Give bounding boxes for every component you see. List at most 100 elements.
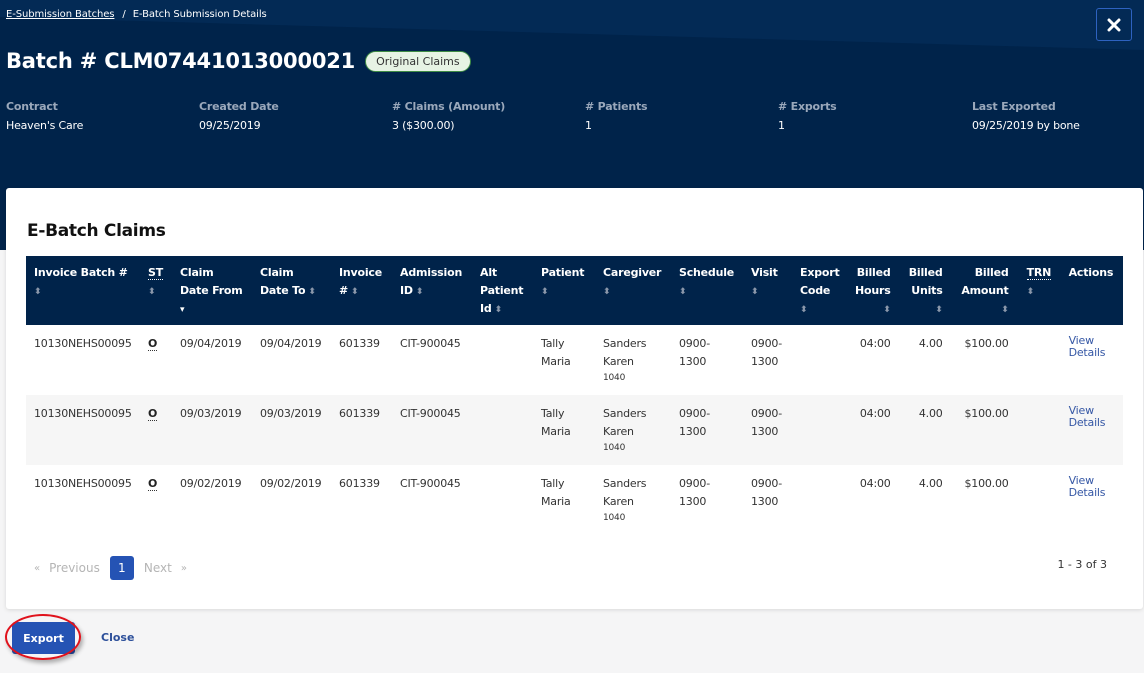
sort-icon[interactable]: ⬍	[1001, 305, 1009, 315]
page-1-button[interactable]: 1	[109, 556, 134, 580]
title-row: Batch # CLM07441013000021 Original Claim…	[6, 49, 471, 73]
sort-icon[interactable]: ⬍	[883, 305, 891, 315]
col-caregiver[interactable]: Caregiver ⬍	[595, 256, 671, 325]
pagination: « Previous 1 Next »	[34, 556, 187, 580]
status-code[interactable]: O	[148, 477, 157, 491]
cell-claim-to: 09/02/2019	[260, 477, 322, 490]
cell-billed-amount: $100.00	[964, 477, 1009, 490]
sort-icon[interactable]: ⬍	[34, 287, 42, 297]
col-admission-id[interactable]: Admission ID ⬍	[392, 256, 472, 325]
col-billed-units[interactable]: Billed Units ⬍	[900, 256, 953, 325]
cell-invoice-batch: 10130NEHS00095	[26, 395, 140, 465]
sort-icon[interactable]: ⬍	[679, 287, 687, 297]
col-invoice-batch[interactable]: Invoice Batch # ⬍	[26, 256, 140, 325]
cell-export-code	[792, 465, 847, 535]
table-row: 10130NEHS00095 O 09/02/2019 09/02/2019 60133…	[26, 465, 1123, 535]
meta-patients: # Patients 1	[585, 100, 648, 132]
cell-trn	[1019, 325, 1061, 395]
cell-billed-units: 4.00	[900, 395, 953, 465]
prev-arrow-icon: «	[34, 562, 41, 574]
cell-admission-id: CIT-900045	[392, 395, 472, 465]
cell-billed-hours: 04:00	[847, 395, 901, 465]
col-trn[interactable]: TRN ⬍	[1018, 256, 1061, 325]
col-visit[interactable]: Visit ⬍	[743, 256, 792, 325]
sort-icon[interactable]: ⬍	[800, 305, 808, 315]
col-billed-amount[interactable]: Billed Amount ⬍	[952, 256, 1019, 325]
cell-st: O	[140, 465, 172, 535]
sort-icon[interactable]: ⬍	[751, 287, 759, 297]
cell-claim-from: 09/04/2019	[180, 337, 242, 350]
cell-claim-from: 09/03/2019	[172, 395, 252, 465]
close-button[interactable]: Close	[101, 631, 134, 644]
status-code[interactable]: O	[148, 407, 157, 421]
cell-caregiver: Sanders Karen 1040	[595, 395, 671, 465]
col-export-code[interactable]: Export Code ⬍	[792, 256, 847, 325]
meta-label: Created Date	[199, 100, 279, 113]
cell-schedule: 0900- 1300	[671, 395, 743, 465]
cell-export-code	[792, 395, 847, 465]
sort-icon[interactable]: ⬍	[308, 287, 316, 297]
col-patient[interactable]: Patient ⬍	[533, 256, 595, 325]
cell-claim-to: 09/03/2019	[252, 395, 331, 465]
cell-invoice: 601339	[339, 337, 380, 350]
view-details-link[interactable]: View Details	[1069, 405, 1106, 429]
meta-label: # Claims (Amount)	[392, 100, 506, 113]
cell-billed-units: 4.00	[918, 337, 943, 350]
status-code[interactable]: O	[148, 337, 157, 351]
claims-card: E-Batch Claims Invoice Batch # ⬍ ST ⬍ Cl…	[6, 188, 1143, 609]
cell-billed-hours: 04:00	[859, 477, 891, 490]
export-button[interactable]: Export	[12, 622, 75, 654]
table-header-row: Invoice Batch # ⬍ ST ⬍ Claim Date From ▾…	[26, 256, 1123, 325]
col-schedule[interactable]: Schedule ⬍	[671, 256, 743, 325]
sort-icon[interactable]: ⬍	[148, 287, 156, 297]
previous-page-button[interactable]: Previous	[49, 561, 100, 575]
cell-schedule: 0900- 1300	[679, 477, 710, 508]
breadcrumb-separator: /	[122, 9, 126, 20]
cell-trn	[1019, 465, 1061, 535]
meta-label: Contract	[6, 100, 58, 113]
col-st[interactable]: ST ⬍	[140, 256, 172, 325]
cell-invoice-batch: 10130NEHS00095	[34, 337, 132, 350]
cell-actions: View Details	[1061, 465, 1123, 535]
meta-value: 09/25/2019 by bone	[972, 119, 1080, 132]
cell-trn	[1018, 395, 1061, 465]
col-claim-date-from[interactable]: Claim Date From ▾	[172, 256, 252, 325]
cell-actions: View Details	[1061, 325, 1123, 395]
sort-icon[interactable]: ⬍	[1027, 287, 1035, 297]
cell-patient: Tally Maria	[541, 337, 571, 368]
col-invoice-number[interactable]: Invoice # ⬍	[331, 256, 392, 325]
meta-value: Heaven's Care	[6, 119, 84, 132]
cell-billed-amount: $100.00	[964, 337, 1009, 350]
breadcrumb-link-e-submission-batches[interactable]: E-Submission Batches	[6, 9, 115, 20]
sort-icon[interactable]: ⬍	[351, 287, 359, 297]
sort-desc-icon[interactable]: ▾	[180, 305, 185, 315]
cell-export-code	[792, 325, 847, 395]
meta-created-date: Created Date 09/25/2019	[199, 100, 279, 132]
meta-claims-amount: # Claims (Amount) 3 ($300.00)	[392, 100, 505, 132]
col-claim-date-to[interactable]: Claim Date To ⬍	[252, 256, 331, 325]
cell-st: O	[140, 395, 172, 465]
col-actions: Actions	[1060, 256, 1123, 325]
table-row: 10130NEHS00095 O 09/03/2019 09/03/2019 60133…	[26, 395, 1123, 465]
cell-st: O	[140, 325, 172, 395]
sort-icon[interactable]: ⬍	[541, 287, 549, 297]
sort-icon[interactable]: ⬍	[603, 287, 611, 297]
cell-alt-patient-id	[472, 465, 533, 535]
sort-icon[interactable]: ⬍	[935, 305, 943, 315]
sort-icon[interactable]: ⬍	[495, 305, 503, 315]
card-title: E-Batch Claims	[27, 221, 166, 241]
next-page-button[interactable]: Next	[144, 561, 172, 575]
cell-actions: View Details	[1060, 395, 1123, 465]
view-details-link[interactable]: View Details	[1069, 475, 1106, 499]
sort-icon[interactable]: ⬍	[416, 287, 424, 297]
view-details-link[interactable]: View Details	[1069, 335, 1106, 359]
cell-billed-units: 4.00	[918, 477, 943, 490]
close-modal-button[interactable]	[1096, 8, 1132, 41]
cell-visit: 0900- 1300	[751, 477, 782, 508]
breadcrumb: E-Submission Batches / E-Batch Submission …	[6, 9, 267, 20]
meta-exports: # Exports 1	[778, 100, 837, 132]
col-billed-hours[interactable]: Billed Hours ⬍	[847, 256, 901, 325]
cell-alt-patient-id	[472, 395, 533, 465]
col-alt-patient-id[interactable]: Alt Patient Id ⬍	[472, 256, 533, 325]
cell-visit: 0900- 1300	[751, 337, 782, 368]
